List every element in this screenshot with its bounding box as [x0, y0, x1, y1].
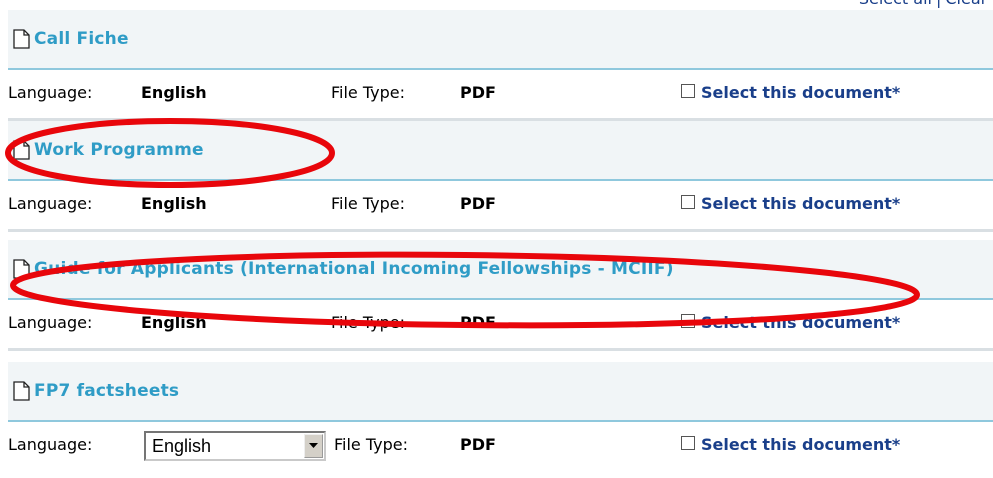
- select-document-link[interactable]: Select this document*: [701, 313, 900, 332]
- language-value: English: [141, 313, 207, 332]
- link-separator: |: [936, 0, 941, 8]
- filetype-label: File Type:: [331, 83, 405, 102]
- document-title-link[interactable]: Work Programme: [34, 140, 204, 160]
- chevron-down-icon: [309, 443, 318, 448]
- select-document-checkbox[interactable]: [681, 84, 695, 98]
- document-title-row: Call Fiche: [8, 10, 993, 70]
- language-label: Language:: [8, 435, 93, 454]
- document-title-link[interactable]: Call Fiche: [34, 29, 129, 49]
- section-divider: [8, 229, 993, 232]
- selection-links: Select all | Clear all: [859, 0, 993, 8]
- section-divider: [8, 348, 993, 351]
- filetype-label: File Type:: [331, 313, 405, 332]
- document-title-link[interactable]: Guide for Applicants (International Inco…: [34, 259, 674, 279]
- select-document-link[interactable]: Select this document*: [701, 83, 900, 102]
- select-document-link[interactable]: Select this document*: [701, 194, 900, 213]
- document-meta-row: Language: English File Type: PDF Select …: [8, 181, 993, 229]
- document-title-row: Guide for Applicants (International Inco…: [8, 240, 993, 300]
- document-icon: [13, 140, 30, 160]
- select-document-checkbox[interactable]: [681, 314, 695, 328]
- select-document-checkbox[interactable]: [681, 195, 695, 209]
- filetype-value: PDF: [460, 435, 496, 454]
- filetype-value: PDF: [460, 194, 496, 213]
- language-label: Language:: [8, 83, 93, 102]
- language-value: English: [141, 83, 207, 102]
- select-document-link[interactable]: Select this document*: [701, 435, 900, 454]
- filetype-label: File Type:: [334, 435, 408, 454]
- select-document-checkbox[interactable]: [681, 436, 695, 450]
- document-icon: [13, 381, 30, 401]
- language-label: Language:: [8, 313, 93, 332]
- dropdown-button[interactable]: [304, 434, 323, 458]
- filetype-value: PDF: [460, 313, 496, 332]
- document-title-row: FP7 factsheets: [8, 362, 993, 422]
- document-meta-row: Language: English File Type: PDF Select …: [8, 70, 993, 118]
- language-select-value: English: [152, 436, 212, 456]
- language-select[interactable]: English: [144, 431, 326, 461]
- filetype-label: File Type:: [331, 194, 405, 213]
- document-title-row: Work Programme: [8, 121, 993, 181]
- language-label: Language:: [8, 194, 93, 213]
- filetype-value: PDF: [460, 83, 496, 102]
- document-meta-row: Language: English File Type: PDF Select …: [8, 422, 993, 470]
- language-value: English: [141, 194, 207, 213]
- top-bar: Select all | Clear all: [0, 0, 993, 10]
- document-icon: [13, 259, 30, 279]
- select-all-link[interactable]: Select all: [859, 0, 932, 8]
- document-icon: [13, 29, 30, 49]
- document-meta-row: Language: English File Type: PDF Select …: [8, 300, 993, 348]
- clear-all-link[interactable]: Clear all: [945, 0, 993, 8]
- document-title-link[interactable]: FP7 factsheets: [34, 381, 179, 401]
